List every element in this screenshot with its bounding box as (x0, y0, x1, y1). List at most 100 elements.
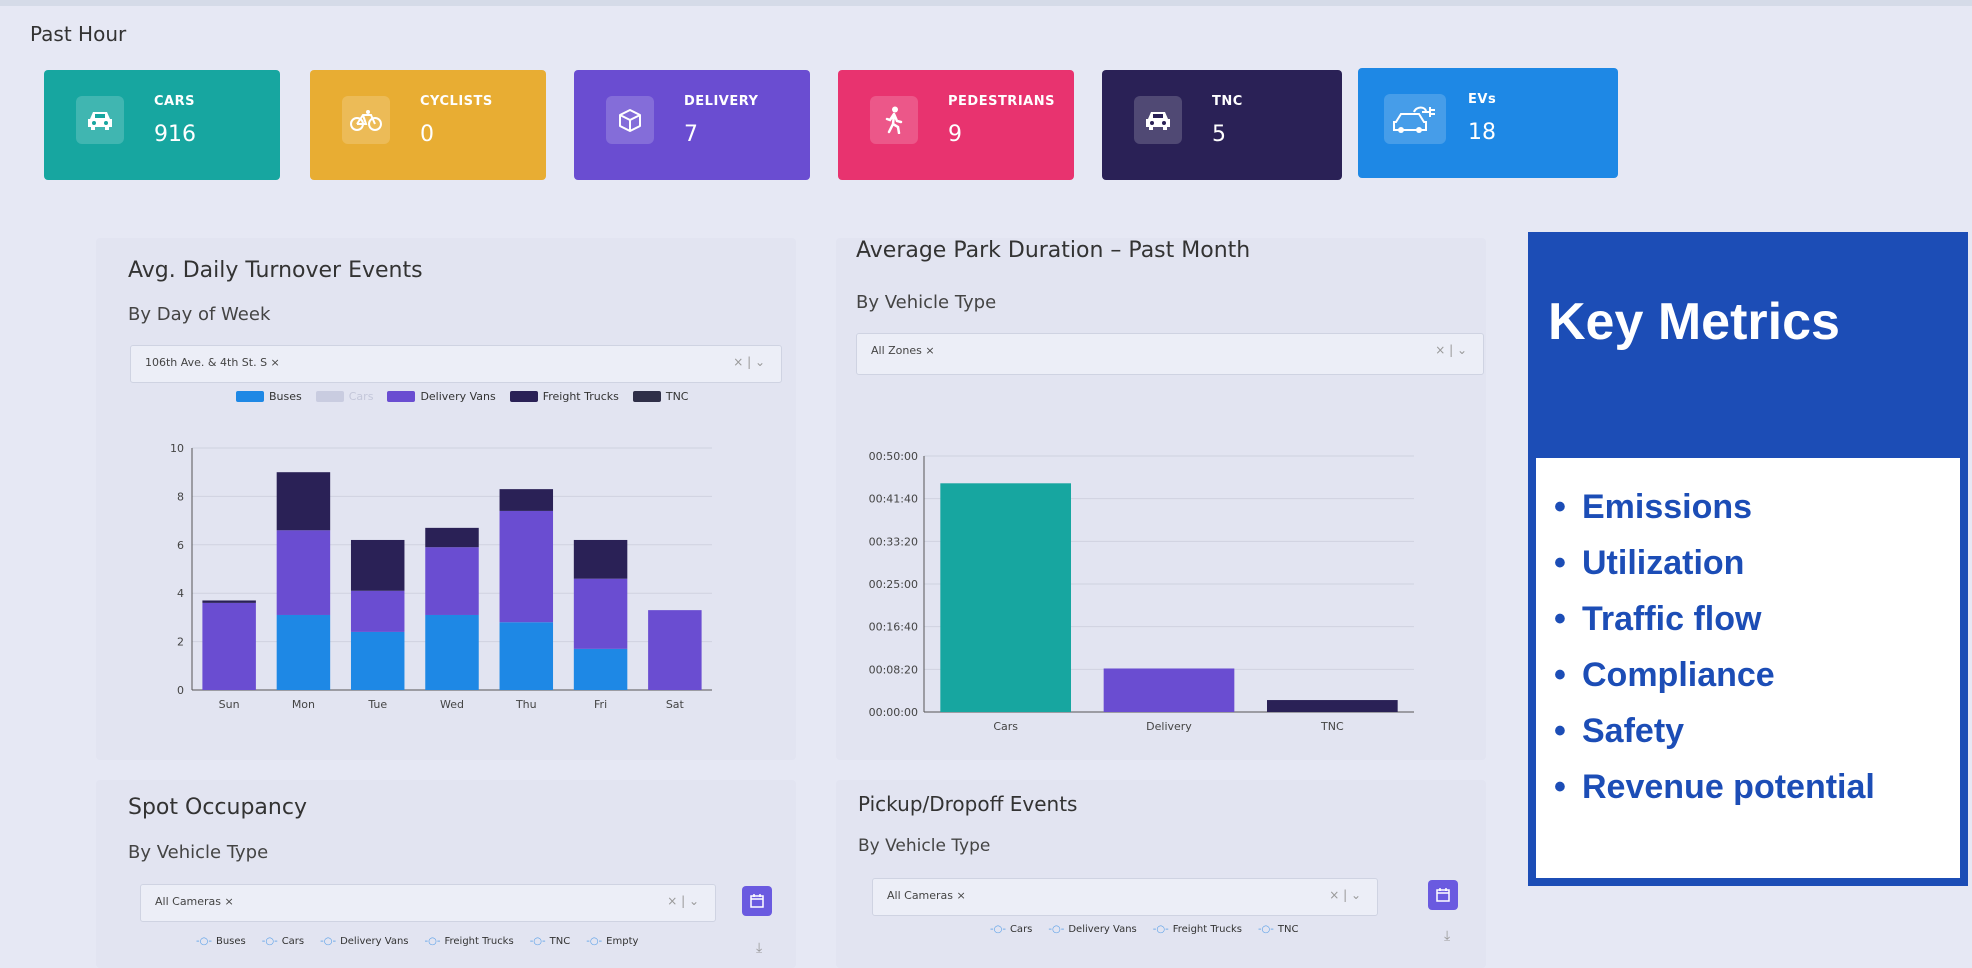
filter-chip[interactable]: All Zones × (871, 344, 935, 357)
turnover-legend: Buses Cars Delivery Vans Freight Trucks TNC (236, 390, 697, 403)
filter-chip[interactable]: 106th Ave. & 4th St. S × (145, 356, 280, 369)
car-icon (1134, 96, 1182, 144)
legend-item[interactable]: -○- Cars (262, 936, 304, 947)
stat-card-label: PEDESTRIANS (948, 94, 1055, 109)
bar-segment (276, 472, 331, 531)
legend-label: Delivery Vans (1068, 924, 1137, 935)
bar (1103, 668, 1235, 712)
legend-item[interactable]: Freight Trucks (509, 390, 619, 403)
y-tick-label: 00:00:00 (869, 706, 918, 719)
key-metric-label: Revenue potential (1582, 768, 1875, 806)
stat-card-value: 18 (1468, 120, 1496, 145)
key-metric-label: Utilization (1582, 544, 1745, 582)
legend-label: Delivery Vans (420, 390, 496, 403)
turnover-title: Avg. Daily Turnover Events (128, 258, 423, 283)
stat-card-tnc[interactable]: TNC 5 (1102, 70, 1342, 180)
legend-item[interactable]: -○- Delivery Vans (1048, 924, 1136, 935)
legend-item[interactable]: Buses (236, 390, 302, 403)
y-tick-label: 8 (177, 490, 184, 503)
legend-label: Buses (269, 390, 302, 403)
legend-item[interactable]: -○- Freight Trucks (425, 936, 514, 947)
filter-controls[interactable]: × | ⌄ (733, 355, 765, 369)
key-metric-item: • Utilization (1554, 544, 1960, 583)
box-icon (606, 96, 654, 144)
stat-card-label: CYCLISTS (420, 94, 493, 109)
legend-label: Freight Trucks (444, 936, 514, 947)
filter-controls[interactable]: × | ⌄ (1435, 343, 1467, 357)
legend-line-marker: -○- (1257, 924, 1274, 935)
legend-item[interactable]: -○- Delivery Vans (320, 936, 408, 947)
x-tick-label: TNC (1320, 720, 1344, 733)
bar-segment (425, 527, 479, 548)
pickup-dropoff-camera-filter[interactable]: All Cameras × × | ⌄ (872, 878, 1378, 916)
calendar-button[interactable] (742, 886, 772, 916)
walking-person-icon (870, 96, 918, 144)
legend-item[interactable]: -○- TNC (530, 936, 571, 947)
key-metric-item: • Revenue potential (1554, 768, 1960, 807)
x-tick-label: Tue (367, 698, 387, 711)
stat-card-label: CARS (154, 94, 195, 109)
bar-segment (350, 539, 405, 591)
y-tick-label: 00:41:40 (869, 493, 918, 506)
stat-card-value: 7 (684, 122, 698, 147)
bullet: • (1554, 712, 1566, 750)
park-duration-zone-filter[interactable]: All Zones × × | ⌄ (856, 333, 1484, 375)
legend-label: Freight Trucks (1172, 924, 1242, 935)
key-metrics-list: • Emissions • Utilization • Traffic flow • Comp… (1536, 458, 1960, 807)
legend-item[interactable]: Delivery Vans (387, 390, 496, 403)
legend-line-marker: -○- (320, 936, 337, 947)
legend-swatch (387, 391, 416, 402)
download-icon[interactable]: ⤓ (1444, 928, 1450, 944)
filter-chip[interactable]: All Cameras × (155, 895, 234, 908)
bullet: • (1554, 488, 1566, 526)
bar-segment (573, 648, 628, 690)
legend-item[interactable]: -○- Cars (990, 924, 1032, 935)
stat-card-value: 916 (154, 122, 196, 147)
stat-card-delivery[interactable]: DELIVERY 7 (574, 70, 810, 180)
stat-card-value: 0 (420, 122, 434, 147)
legend-item[interactable]: Cars (315, 390, 374, 403)
stat-card-pedestrians[interactable]: PEDESTRIANS 9 (838, 70, 1074, 180)
stat-card-value: 9 (948, 122, 962, 147)
calendar-button[interactable] (1428, 880, 1458, 910)
legend-item[interactable]: -○- Empty (586, 936, 638, 947)
legend-swatch (236, 391, 264, 402)
spot-occupancy-camera-filter[interactable]: All Cameras × × | ⌄ (140, 884, 716, 922)
filter-controls[interactable]: × | ⌄ (667, 894, 699, 908)
stat-card-label: DELIVERY (684, 94, 759, 109)
stat-card-label: TNC (1212, 94, 1243, 109)
legend-item[interactable]: TNC (632, 390, 689, 403)
legend-label: Empty (606, 936, 639, 947)
legend-line-marker: -○- (529, 936, 546, 947)
key-metrics-box: Key Metrics • Emissions • Utilization • Traff… (1528, 232, 1968, 886)
key-metric-label: Emissions (1582, 488, 1753, 526)
key-metric-item: • Compliance (1554, 656, 1960, 695)
key-metric-item: • Safety (1554, 712, 1960, 751)
key-metric-label: Traffic flow (1582, 600, 1762, 638)
bar-segment (648, 610, 702, 690)
y-tick-label: 00:08:20 (869, 663, 918, 676)
park-duration-subtitle: By Vehicle Type (856, 292, 997, 313)
turnover-location-filter[interactable]: 106th Ave. & 4th St. S × × | ⌄ (130, 345, 782, 383)
filter-chip[interactable]: All Cameras × (887, 889, 966, 902)
bar-segment (499, 489, 554, 511)
legend-item[interactable]: -○- TNC (1258, 924, 1299, 935)
legend-label: Cars (348, 390, 374, 403)
legend-swatch (315, 391, 344, 402)
y-tick-label: 4 (177, 587, 184, 600)
stat-card-evs[interactable]: EVs 18 (1358, 68, 1618, 178)
x-tick-label: Thu (515, 698, 537, 711)
x-tick-label: Sat (666, 698, 685, 711)
download-icon[interactable]: ⤓ (756, 940, 762, 956)
legend-label: TNC (549, 936, 571, 947)
y-tick-label: 00:16:40 (869, 621, 918, 634)
stat-card-cars[interactable]: CARS 916 (44, 70, 280, 180)
y-tick-label: 6 (177, 539, 184, 552)
legend-item[interactable]: -○- Buses (196, 936, 246, 947)
filter-controls[interactable]: × | ⌄ (1329, 888, 1361, 902)
key-metric-item: • Emissions (1554, 488, 1960, 527)
legend-item[interactable]: -○- Freight Trucks (1153, 924, 1242, 935)
spot-occupancy-title: Spot Occupancy (128, 795, 307, 820)
stat-card-cyclists[interactable]: CYCLISTS 0 (310, 70, 546, 180)
bar-segment (499, 622, 554, 690)
